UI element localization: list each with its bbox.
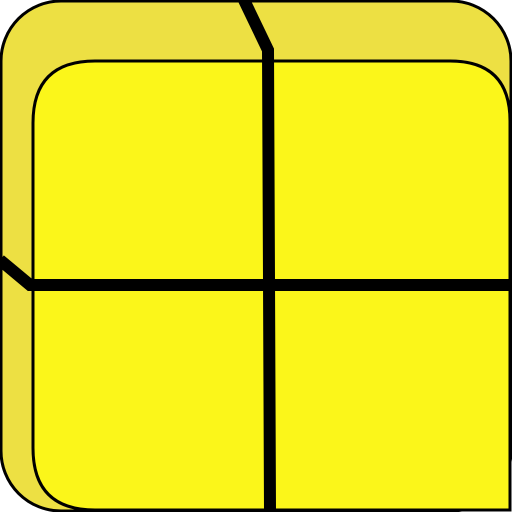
app-icon-canvas bbox=[0, 0, 512, 512]
window-grid-icon bbox=[0, 0, 512, 512]
